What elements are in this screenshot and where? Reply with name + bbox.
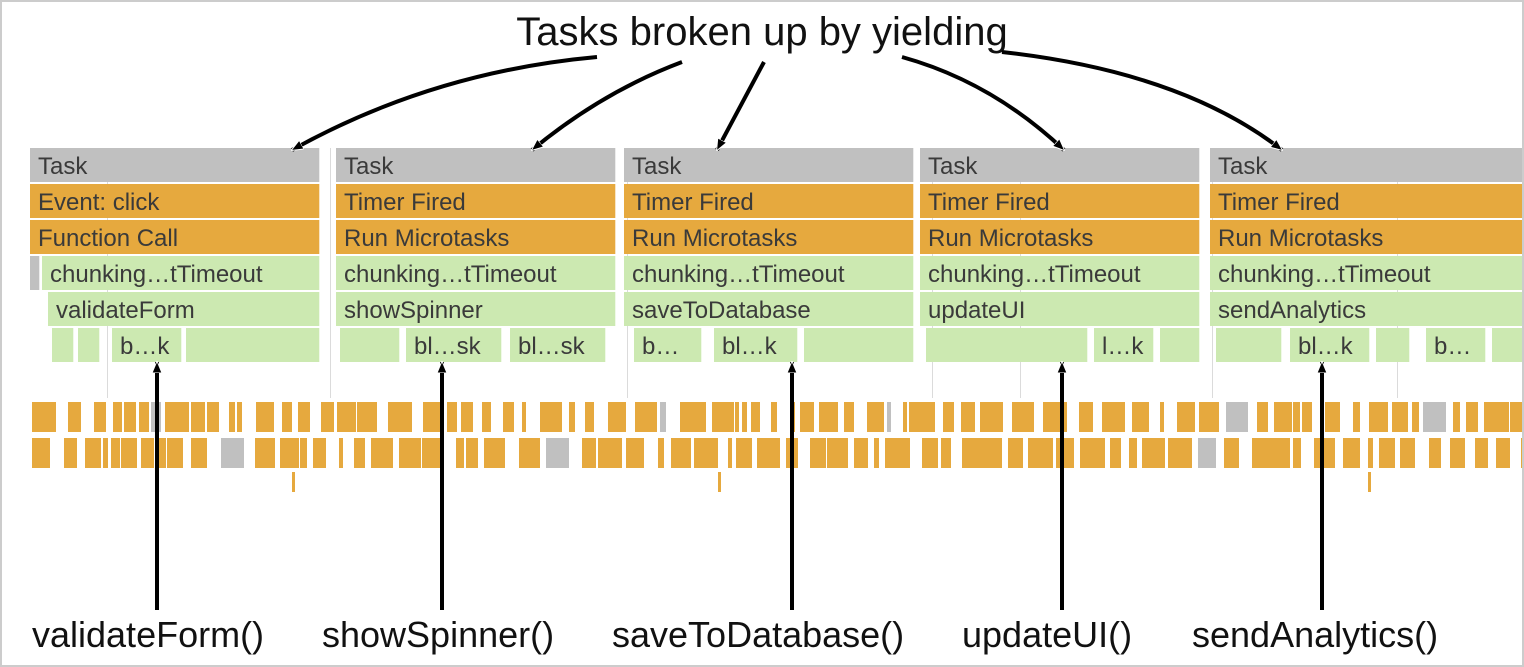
frag-bar	[804, 328, 914, 362]
row-event: Event: click Timer Fired Timer Fired Tim…	[30, 184, 1522, 220]
frag-bar	[52, 328, 74, 362]
row-chunk: chunking…tTimeout chunking…tTimeout chun…	[30, 256, 1522, 292]
call-bar: Function Call	[30, 220, 320, 254]
frag-bar: l…k	[1094, 328, 1154, 362]
call-bar: Run Microtasks	[920, 220, 1200, 254]
frag-bar: bl…sk	[510, 328, 606, 362]
call-bar: Run Microtasks	[1210, 220, 1524, 254]
chunk-bar: chunking…tTimeout	[336, 256, 616, 290]
chunk-bar: chunking…tTimeout	[1210, 256, 1524, 290]
frag-bar: bl…sk	[406, 328, 502, 362]
event-bar: Event: click	[30, 184, 320, 218]
row-fn: validateForm showSpinner saveToDatabase …	[30, 292, 1522, 328]
fn-bar: sendAnalytics	[1210, 292, 1524, 326]
event-bar: Timer Fired	[624, 184, 914, 218]
label-showSpinner: showSpinner()	[322, 614, 554, 656]
frag-bar	[1216, 328, 1282, 362]
event-bar: Timer Fired	[336, 184, 616, 218]
frag-bar	[926, 328, 1088, 362]
task-bar: Task	[336, 148, 616, 182]
fn-bar: updateUI	[920, 292, 1200, 326]
label-saveToDatabase: saveToDatabase()	[612, 614, 904, 656]
task-bar: Task	[30, 148, 320, 182]
task-bar: Task	[920, 148, 1200, 182]
event-bar: Timer Fired	[1210, 184, 1524, 218]
call-bar: Run Microtasks	[624, 220, 914, 254]
flame-chart: Task Task Task Task Task Event: click Ti…	[30, 148, 1522, 364]
frag-bar	[78, 328, 100, 362]
row-call: Function Call Run Microtasks Run Microta…	[30, 220, 1522, 256]
row-task: Task Task Task Task Task	[30, 148, 1522, 184]
frag-bar: b…	[1426, 328, 1486, 362]
frag-bar	[1376, 328, 1410, 362]
chunk-bar: chunking…tTimeout	[42, 256, 320, 290]
frag-bar	[1492, 328, 1524, 362]
diagram-title: Tasks broken up by yielding	[516, 10, 1007, 55]
diagram-stage: Tasks broken up by yielding Task Task Ta…	[0, 0, 1524, 667]
task-bar: Task	[624, 148, 914, 182]
chunk-pre	[30, 256, 40, 290]
chunk-bar: chunking…tTimeout	[920, 256, 1200, 290]
fn-bar: saveToDatabase	[624, 292, 914, 326]
label-sendAnalytics: sendAnalytics()	[1192, 614, 1438, 656]
fn-bar: validateForm	[48, 292, 320, 326]
frag-bar: bl…k	[714, 328, 798, 362]
fn-bar: showSpinner	[336, 292, 616, 326]
label-validateForm: validateForm()	[32, 614, 264, 656]
frag-bar: b…	[634, 328, 702, 362]
row-frag: b…k bl…sk bl…sk b… bl…k l…k bl…k b…	[30, 328, 1522, 364]
sub-activity	[30, 402, 1522, 474]
task-bar: Task	[1210, 148, 1524, 182]
chunk-bar: chunking…tTimeout	[624, 256, 914, 290]
frag-bar: b…k	[112, 328, 182, 362]
frag-bar	[1160, 328, 1200, 362]
call-bar: Run Microtasks	[336, 220, 616, 254]
frag-bar	[340, 328, 400, 362]
label-updateUI: updateUI()	[962, 614, 1132, 656]
event-bar: Timer Fired	[920, 184, 1200, 218]
frag-bar	[186, 328, 320, 362]
frag-bar: bl…k	[1290, 328, 1370, 362]
